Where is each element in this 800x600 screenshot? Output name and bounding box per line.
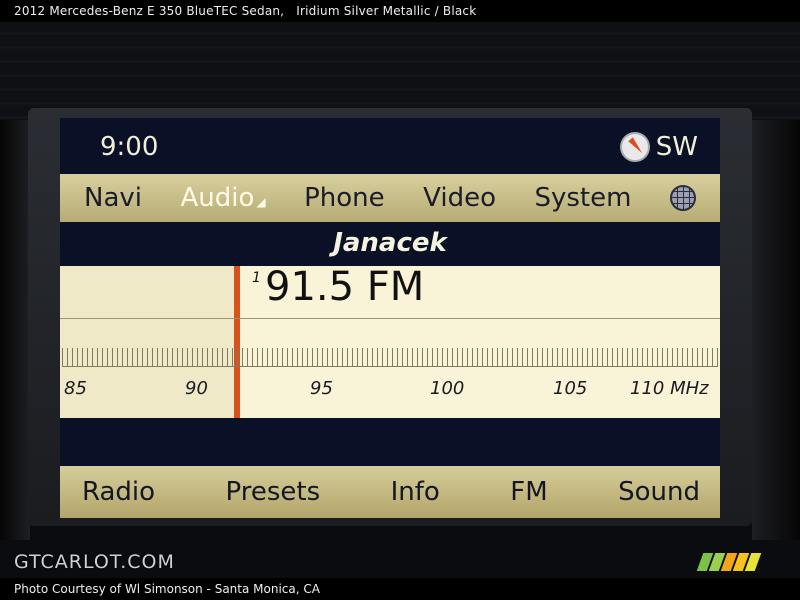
station-name: Janacek bbox=[333, 228, 447, 258]
caption-color: Iridium Silver Metallic / Black bbox=[296, 4, 477, 18]
menu-item-navi[interactable]: Navi bbox=[84, 183, 142, 213]
scale-label-95: 95 bbox=[310, 378, 333, 399]
tuner-divider bbox=[60, 318, 720, 319]
softkey-fm[interactable]: FM bbox=[510, 477, 547, 507]
frequency-scale-ticks bbox=[62, 348, 718, 367]
scale-label-100: 100 bbox=[430, 378, 465, 399]
menu-item-audio-label: Audio bbox=[180, 183, 255, 213]
softkey-sound[interactable]: Sound bbox=[618, 477, 700, 507]
watermark-stripes-icon bbox=[696, 553, 762, 571]
submenu-caret-icon: ◢ bbox=[256, 195, 266, 209]
tuning-needle[interactable] bbox=[234, 266, 240, 418]
dashboard-right-trim bbox=[752, 120, 800, 540]
softkey-presets[interactable]: Presets bbox=[226, 477, 321, 507]
frequency-display: 91.5 FM bbox=[265, 264, 425, 310]
clock: 9:00 bbox=[100, 132, 159, 162]
photo-credit-bar: Photo Courtesy of Wl Simonson - Santa Mo… bbox=[0, 578, 800, 600]
menu-item-audio[interactable]: Audio ◢ bbox=[180, 183, 265, 213]
menu-item-video[interactable]: Video bbox=[423, 183, 496, 213]
scale-label-85: 85 bbox=[64, 378, 87, 399]
softkey-radio[interactable]: Radio bbox=[82, 477, 155, 507]
soft-key-bar: Radio Presets Info FM Sound bbox=[60, 466, 720, 518]
compass-indicator: SW bbox=[619, 132, 698, 162]
globe-icon[interactable] bbox=[669, 185, 696, 211]
compass-icon bbox=[619, 132, 650, 162]
dashboard-left-trim bbox=[0, 120, 30, 540]
menu-item-phone[interactable]: Phone bbox=[304, 183, 385, 213]
menu-item-system[interactable]: System bbox=[534, 183, 631, 213]
softkey-info[interactable]: Info bbox=[391, 477, 440, 507]
scale-label-105: 105 bbox=[553, 378, 588, 399]
caption-vehicle: 2012 Mercedes-Benz E 350 BlueTEC Sedan, bbox=[14, 4, 285, 18]
watermark-logo: GTCARLOT.COM bbox=[14, 551, 175, 573]
caption-bar: 2012 Mercedes-Benz E 350 BlueTEC Sedan, … bbox=[0, 0, 800, 22]
tuner-panel[interactable]: 1 91.5 FM 85 90 95 100 105 110 MHz bbox=[60, 264, 720, 418]
compass-direction: SW bbox=[655, 132, 698, 162]
scale-label-110: 110 MHz bbox=[630, 378, 709, 399]
photo-credit: Photo Courtesy of Wl Simonson - Santa Mo… bbox=[14, 582, 320, 596]
preset-number: 1 bbox=[252, 270, 261, 286]
scale-label-90: 90 bbox=[185, 378, 208, 399]
main-menu-bar: Navi Audio ◢ Phone Video System bbox=[60, 174, 720, 222]
infotainment-screen: 9:00 SW Navi Audio ◢ Phone Video System J… bbox=[60, 118, 720, 518]
dashboard-vents bbox=[0, 22, 800, 120]
